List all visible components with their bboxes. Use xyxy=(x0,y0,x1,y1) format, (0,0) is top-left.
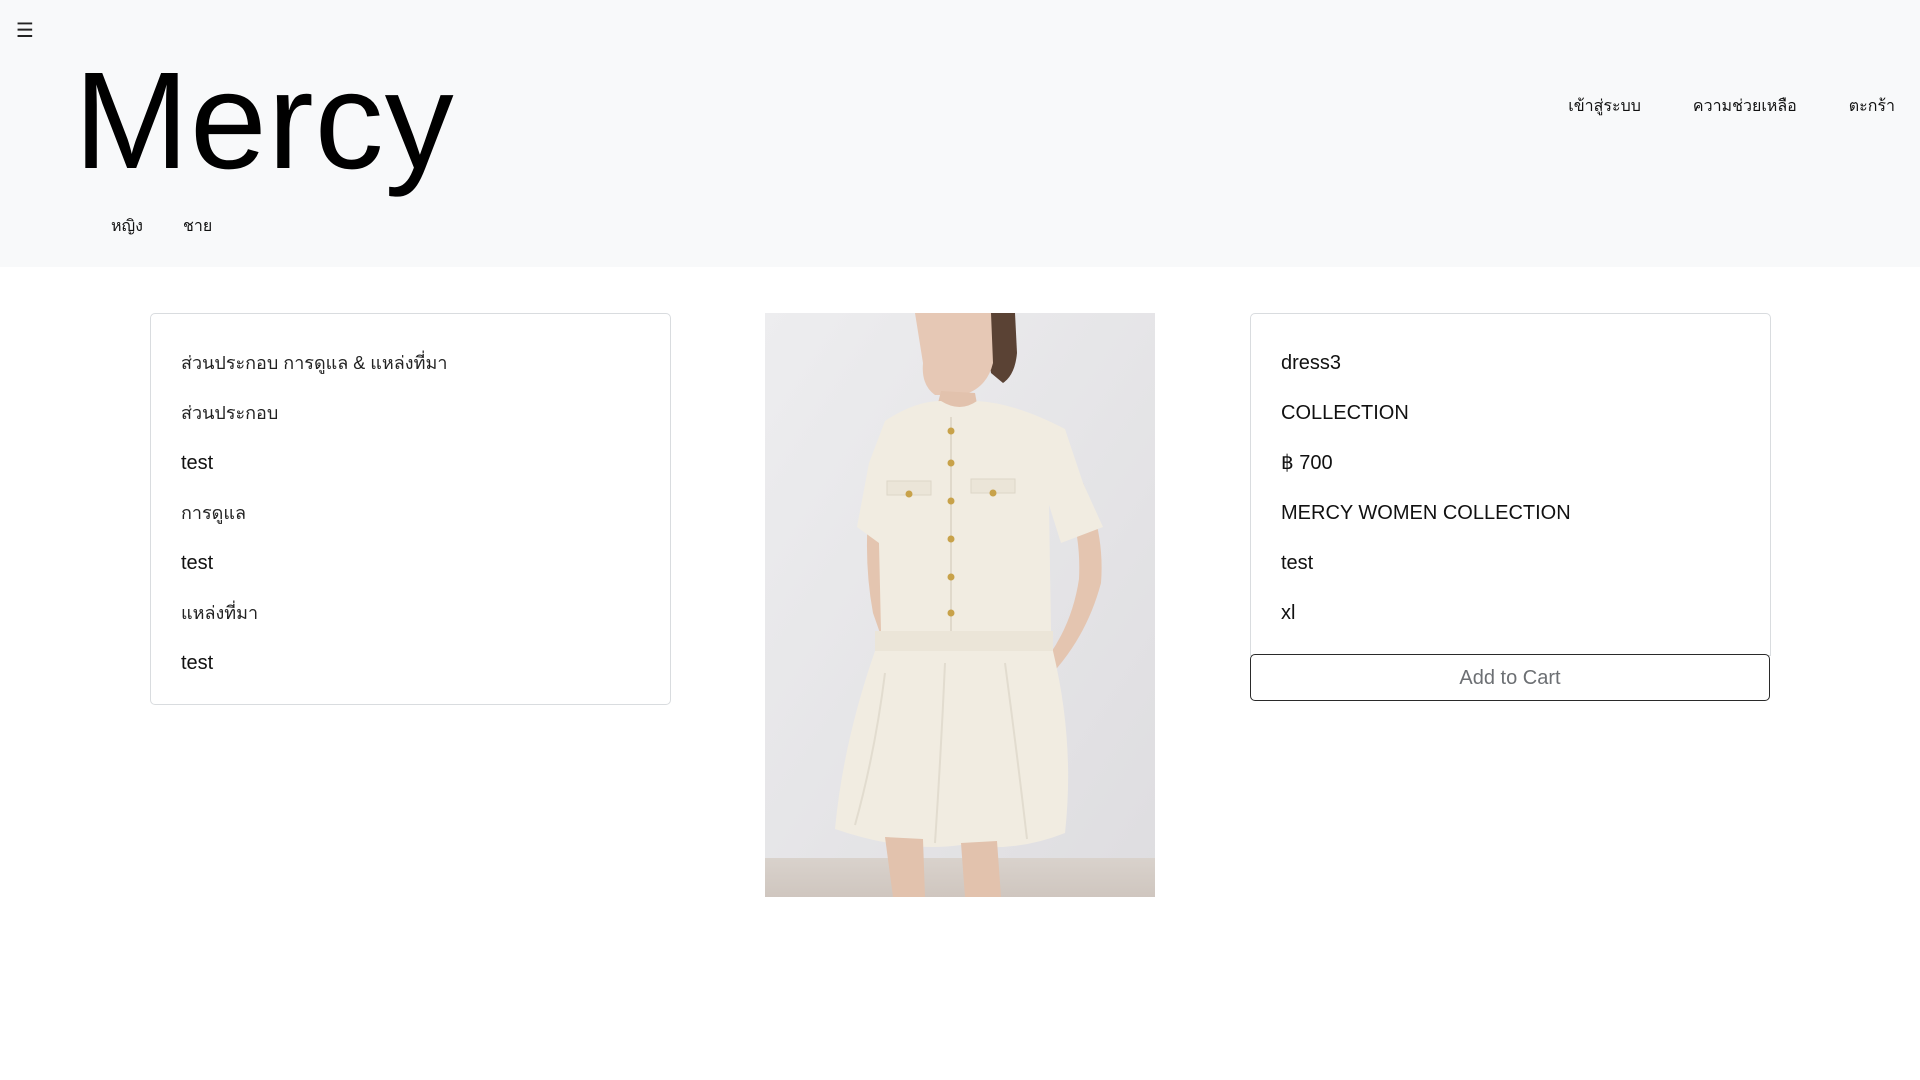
nav-item-men[interactable]: ชาย xyxy=(183,214,212,239)
product-description: test xyxy=(1281,552,1314,574)
care-label: การดูแล xyxy=(181,503,246,523)
composition-value: test xyxy=(181,452,214,474)
details-heading: ส่วนประกอบ การดูแล & แหล่งที่มา xyxy=(181,353,448,373)
product-details-panel: ส่วนประกอบ การดูแล & แหล่งที่มา ส่วนประก… xyxy=(150,313,671,705)
product-name: dress3 xyxy=(1281,352,1342,374)
composition-label: ส่วนประกอบ xyxy=(181,403,279,423)
origin-value: test xyxy=(181,652,214,674)
account-nav: เข้าสู่ระบบ ความช่วยเหลือ ตะกร้า xyxy=(1568,94,1895,119)
collection-label: COLLECTION xyxy=(1281,402,1409,424)
site-logo[interactable]: Mercy xyxy=(74,46,455,196)
hamburger-icon[interactable]: ☰ xyxy=(14,20,36,42)
collection-name: MERCY WOMEN COLLECTION xyxy=(1281,502,1571,524)
dress-illustration xyxy=(765,313,1155,897)
category-nav: หญิง ชาย xyxy=(111,214,212,239)
add-to-cart-button[interactable]: Add to Cart xyxy=(1250,654,1770,701)
product-info-panel: dress3 COLLECTION ฿ 700 MERCY WOMEN COLL… xyxy=(1250,313,1771,656)
login-link[interactable]: เข้าสู่ระบบ xyxy=(1568,94,1641,119)
care-value: test xyxy=(181,552,214,574)
help-link[interactable]: ความช่วยเหลือ xyxy=(1693,94,1797,119)
product-price: ฿ 700 xyxy=(1281,452,1333,474)
cart-link[interactable]: ตะกร้า xyxy=(1849,94,1895,119)
product-image xyxy=(765,313,1155,897)
origin-label: แหล่งที่มา xyxy=(181,603,259,623)
product-size: xl xyxy=(1281,602,1296,624)
nav-item-women[interactable]: หญิง xyxy=(111,214,143,239)
site-header: ☰ Mercy หญิง ชาย เข้าสู่ระบบ ความช่วยเหล… xyxy=(0,0,1920,267)
